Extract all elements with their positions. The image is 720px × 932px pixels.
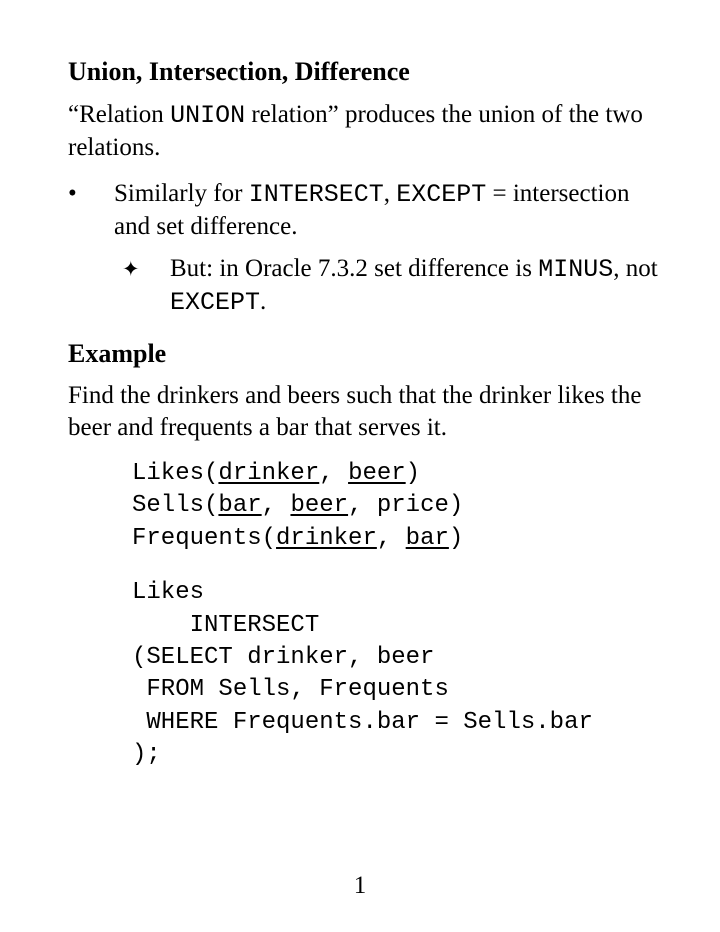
spacer — [68, 555, 660, 571]
schema-sells-a1: bar — [218, 492, 261, 519]
bullet-code-1: INTERSECT — [249, 180, 384, 209]
subbullet-text-after: . — [260, 288, 266, 315]
query-line-3: (SELECT drinker, beer — [132, 644, 434, 671]
intro-text-before: “Relation — [68, 101, 170, 128]
schema-frequents-rel: Frequents — [132, 525, 262, 552]
query-line-5: WHERE Frequents.bar = Sells.bar — [132, 709, 593, 736]
bullet-code-2: EXCEPT — [396, 180, 486, 209]
intro-code: UNION — [170, 101, 245, 130]
page-number: 1 — [0, 872, 720, 900]
bullet-item: • Similarly for INTERSECT, EXCEPT = inte… — [68, 178, 660, 320]
subbullet-text-before: But: in Oracle 7.3.2 set difference is — [170, 255, 538, 282]
diamond-marker-icon: ✦ — [122, 256, 140, 283]
schema-likes-a2: beer — [348, 460, 406, 487]
bullet-list: • Similarly for INTERSECT, EXCEPT = inte… — [68, 178, 660, 320]
intro-paragraph: “Relation UNION relation” produces the u… — [68, 99, 660, 164]
query-line-4: FROM Sells, Frequents — [132, 676, 449, 703]
schema-likes-rel: Likes — [132, 460, 204, 487]
query-line-2: INTERSECT — [132, 612, 319, 639]
schema-frequents-a2: bar — [406, 525, 449, 552]
bullet-marker-icon: • — [68, 178, 104, 210]
query-block: Likes INTERSECT (SELECT drinker, beer FR… — [132, 577, 660, 771]
query-line-1: Likes — [132, 579, 204, 606]
schema-sells-a2: beer — [290, 492, 348, 519]
subbullet-code-1: MINUS — [538, 255, 613, 284]
subbullet-mid-1: , not — [613, 255, 657, 282]
example-heading: Example — [68, 338, 660, 371]
bullet-mid-1: , — [384, 180, 397, 207]
schema-likes-a1: drinker — [218, 460, 319, 487]
schema-sells-a3: price — [377, 492, 449, 519]
schema-frequents-a1: drinker — [276, 525, 377, 552]
schema-block: Likes(drinker, beer) Sells(bar, beer, pr… — [132, 458, 660, 555]
document-page: Union, Intersection, Difference “Relatio… — [0, 0, 720, 932]
sub-bullet-list: ✦ But: in Oracle 7.3.2 set difference is… — [114, 253, 660, 320]
query-line-6: ); — [132, 741, 161, 768]
section-heading: Union, Intersection, Difference — [68, 56, 660, 89]
example-paragraph: Find the drinkers and beers such that th… — [68, 380, 660, 444]
subbullet-code-2: EXCEPT — [170, 288, 260, 317]
bullet-text-before: Similarly for — [114, 180, 249, 207]
schema-sells-rel: Sells — [132, 492, 204, 519]
sub-bullet-item: ✦ But: in Oracle 7.3.2 set difference is… — [114, 253, 660, 320]
